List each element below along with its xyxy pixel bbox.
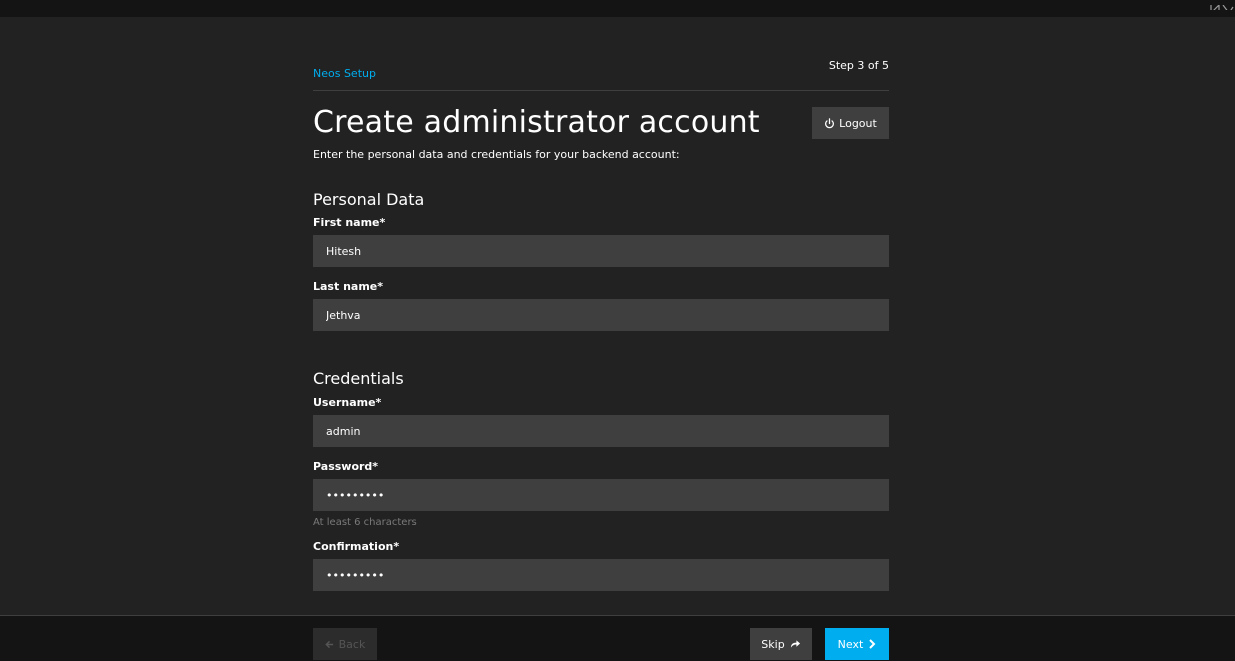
breadcrumb[interactable]: Neos Setup — [313, 67, 376, 80]
page-title: Create administrator account — [313, 105, 760, 140]
share-arrow-icon — [790, 639, 801, 649]
neos-logo-icon — [1209, 0, 1235, 10]
footer-bar: Back Skip Next — [0, 615, 1235, 661]
logout-button[interactable]: Logout — [812, 107, 889, 139]
username-label: Username* — [313, 396, 382, 409]
username-field[interactable] — [313, 415, 889, 447]
skip-label: Skip — [761, 637, 785, 651]
intro-text: Enter the personal data and credentials … — [313, 148, 680, 161]
power-icon — [824, 117, 835, 129]
confirmation-field[interactable] — [313, 559, 889, 591]
back-button[interactable]: Back — [313, 628, 377, 660]
chevron-right-icon — [868, 639, 876, 649]
last-name-field[interactable] — [313, 299, 889, 331]
credentials-heading: Credentials — [313, 369, 404, 388]
back-label: Back — [338, 637, 366, 651]
step-indicator: Step 3 of 5 — [828, 59, 889, 72]
confirmation-label: Confirmation* — [313, 540, 400, 553]
skip-button[interactable]: Skip — [750, 628, 812, 660]
next-label: Next — [837, 637, 864, 651]
divider — [313, 90, 889, 91]
next-button[interactable]: Next — [825, 628, 889, 660]
first-name-field[interactable] — [313, 235, 889, 267]
logout-label: Logout — [839, 116, 877, 130]
top-bar — [0, 0, 1235, 17]
arrow-left-icon — [324, 640, 334, 649]
password-help-text: At least 6 characters — [313, 517, 417, 528]
last-name-label: Last name* — [313, 280, 383, 293]
first-name-label: First name* — [313, 216, 386, 229]
personal-data-heading: Personal Data — [313, 190, 425, 209]
password-field[interactable] — [313, 479, 889, 511]
password-label: Password* — [313, 460, 379, 473]
